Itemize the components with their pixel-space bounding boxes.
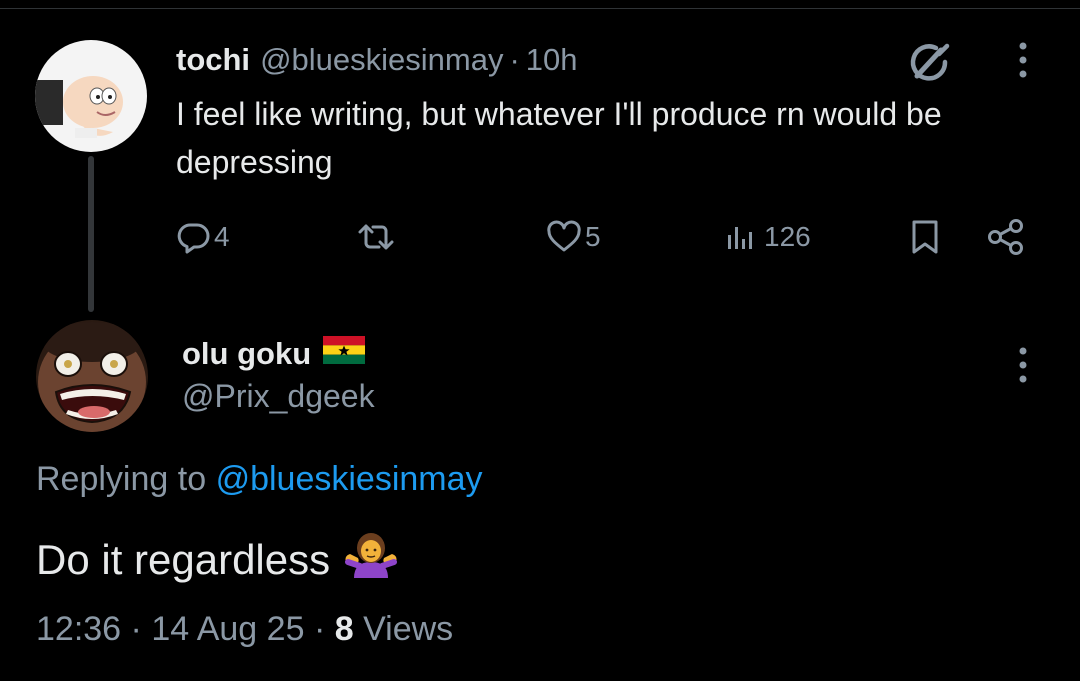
reply-tweet-text: Do it regardless <box>36 536 331 583</box>
parent-handle[interactable]: @blueskiesinmay <box>260 42 503 78</box>
repost-icon <box>355 219 397 255</box>
parent-display-name[interactable]: tochi <box>176 42 250 78</box>
reply-display-name[interactable]: olu goku <box>182 336 311 372</box>
ghana-flag-icon <box>323 336 366 372</box>
avatar-tochi[interactable] <box>35 40 147 152</box>
share-icon <box>985 217 1027 257</box>
reply-meta: 12:36 · 14 Aug 25 · 8 Views <box>36 610 453 649</box>
reply-handle[interactable]: @Prix_dgeek <box>182 378 375 415</box>
parent-tweet-text: I feel like writing, but whatever I'll p… <box>176 96 942 180</box>
share-button[interactable] <box>985 214 1027 260</box>
like-count: 5 <box>585 221 601 252</box>
person-shrugging-emoji-icon <box>342 532 400 588</box>
parent-timestamp[interactable]: 10h <box>526 42 578 78</box>
reply-tweet-text-row: Do it regardless <box>36 532 400 588</box>
replying-to-line: Replying to @blueskiesinmay <box>36 460 483 499</box>
parent-tweet-header: tochi @blueskiesinmay · 10h <box>176 38 578 82</box>
reply-button[interactable]: 4 <box>176 214 230 260</box>
like-icon <box>545 219 583 255</box>
reply-time[interactable]: 12:36 <box>36 610 121 648</box>
bookmark-button[interactable] <box>905 214 945 260</box>
thread-connector-line <box>88 156 94 312</box>
avatar-olu-goku[interactable] <box>36 320 148 432</box>
reply-views-count[interactable]: 8 <box>335 610 354 648</box>
bookmark-icon <box>905 217 945 257</box>
views-icon <box>722 219 762 255</box>
more-options-icon[interactable] <box>1017 40 1029 80</box>
like-button[interactable]: 5 <box>545 214 601 260</box>
top-divider <box>0 8 1080 9</box>
meta-separator: · <box>313 610 326 648</box>
reply-count: 4 <box>214 221 230 252</box>
reply-display-name-row: olu goku <box>182 332 366 376</box>
reply-views-label[interactable]: Views <box>363 610 453 648</box>
reply-date[interactable]: 14 Aug 25 <box>151 610 304 648</box>
grok-icon[interactable] <box>903 36 955 88</box>
replying-to-mention[interactable]: @blueskiesinmay <box>216 460 483 498</box>
repost-button[interactable] <box>355 214 399 260</box>
reply-icon <box>176 219 212 255</box>
parent-separator: · <box>509 42 520 77</box>
more-options-icon[interactable] <box>1017 345 1029 385</box>
views-button[interactable]: 126 <box>722 214 811 260</box>
replying-to-label: Replying to <box>36 460 207 498</box>
meta-separator: · <box>130 610 142 648</box>
views-count: 126 <box>764 221 811 252</box>
